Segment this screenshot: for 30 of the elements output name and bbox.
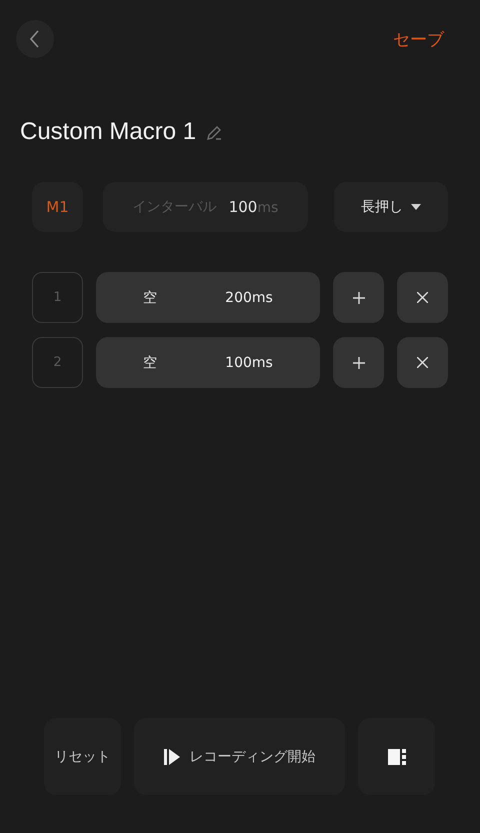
add-step-button[interactable] xyxy=(333,272,384,323)
play-icon xyxy=(164,748,180,764)
layout-button[interactable] xyxy=(358,718,435,795)
reset-button[interactable]: リセット xyxy=(44,718,121,795)
mode-dropdown[interactable]: 長押し xyxy=(334,182,448,232)
edit-icon[interactable] xyxy=(206,124,224,140)
caret-icon xyxy=(411,204,421,210)
step-key: 空 xyxy=(143,290,157,306)
step-key: 空 xyxy=(143,354,157,370)
close-icon xyxy=(417,357,428,368)
plus-icon xyxy=(352,356,364,368)
delete-step-button[interactable] xyxy=(397,272,448,323)
close-icon xyxy=(417,292,428,303)
step-duration: 200ms xyxy=(225,290,273,306)
record-button[interactable]: レコーディング開始 xyxy=(134,718,345,795)
plus-icon xyxy=(352,292,364,304)
step-action-button[interactable]: 空 100ms xyxy=(96,337,320,388)
add-step-button[interactable] xyxy=(333,337,384,388)
step-number: 1 xyxy=(32,272,83,323)
back-button[interactable] xyxy=(16,20,54,58)
delete-step-button[interactable] xyxy=(397,337,448,388)
macro-title: Custom Macro 1 xyxy=(20,118,196,146)
step-number: 2 xyxy=(32,337,83,388)
save-button[interactable]: セーブ xyxy=(393,28,444,50)
step-action-button[interactable]: 空 200ms xyxy=(96,272,320,323)
panel-icon xyxy=(388,748,406,764)
interval-value: 100 xyxy=(228,198,258,216)
back-icon xyxy=(30,30,40,48)
macro-key-button[interactable]: M1 xyxy=(32,182,83,232)
step-duration: 100ms xyxy=(225,354,273,370)
